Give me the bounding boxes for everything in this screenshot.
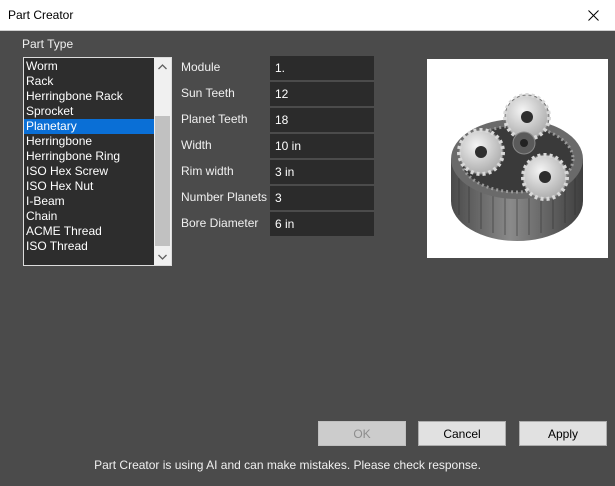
number-planets-label: Number Planets [181,190,268,204]
width-label: Width [181,138,212,152]
part-type-label: Part Type [22,37,74,51]
list-item-iso-thread[interactable]: ISO Thread [24,239,155,254]
ai-disclaimer: Part Creator is using AI and can make mi… [94,458,481,472]
scroll-up-button[interactable] [154,58,171,75]
close-button[interactable] [571,0,615,30]
module-field[interactable] [270,56,374,80]
sun-teeth-field[interactable] [270,82,374,106]
part-type-list: Worm Rack Herringbone Rack Sprocket Plan… [24,59,155,254]
list-item-herringbone[interactable]: Herringbone [24,134,155,149]
list-item-i-beam[interactable]: I-Beam [24,194,155,209]
list-scrollbar[interactable] [154,58,171,265]
number-planets-field[interactable] [270,186,374,210]
list-item-rack[interactable]: Rack [24,74,155,89]
list-item-herringbone-ring[interactable]: Herringbone Ring [24,149,155,164]
rim-width-label: Rim width [181,164,234,178]
width-field[interactable] [270,134,374,158]
list-item-herringbone-rack[interactable]: Herringbone Rack [24,89,155,104]
part-type-listbox[interactable]: Worm Rack Herringbone Rack Sprocket Plan… [23,57,172,266]
bore-diameter-field[interactable] [270,212,374,236]
sun-teeth-label: Sun Teeth [181,86,235,100]
list-item-planetary[interactable]: Planetary [24,119,155,134]
apply-button[interactable]: Apply [519,421,607,446]
module-label: Module [181,60,221,74]
list-item-iso-hex-screw[interactable]: ISO Hex Screw [24,164,155,179]
chevron-up-icon [158,63,167,69]
list-item-worm[interactable]: Worm [24,59,155,74]
scroll-down-button[interactable] [154,248,171,265]
list-item-iso-hex-nut[interactable]: ISO Hex Nut [24,179,155,194]
planet-teeth-field[interactable] [270,108,374,132]
list-item-chain[interactable]: Chain [24,209,155,224]
planetary-gear-preview [451,93,583,241]
rim-width-field[interactable] [270,160,374,184]
list-item-sprocket[interactable]: Sprocket [24,104,155,119]
close-icon [587,9,599,21]
title-bar: Part Creator [0,0,615,31]
scroll-thumb[interactable] [155,116,170,246]
planet-teeth-label: Planet Teeth [181,112,248,126]
bore-diameter-label: Bore Diameter [181,216,259,230]
window-title: Part Creator [8,8,74,22]
part-preview [427,59,608,258]
list-item-acme-thread[interactable]: ACME Thread [24,224,155,239]
chevron-down-icon [158,254,167,260]
ok-button[interactable]: OK [318,421,406,446]
cancel-button[interactable]: Cancel [418,421,506,446]
